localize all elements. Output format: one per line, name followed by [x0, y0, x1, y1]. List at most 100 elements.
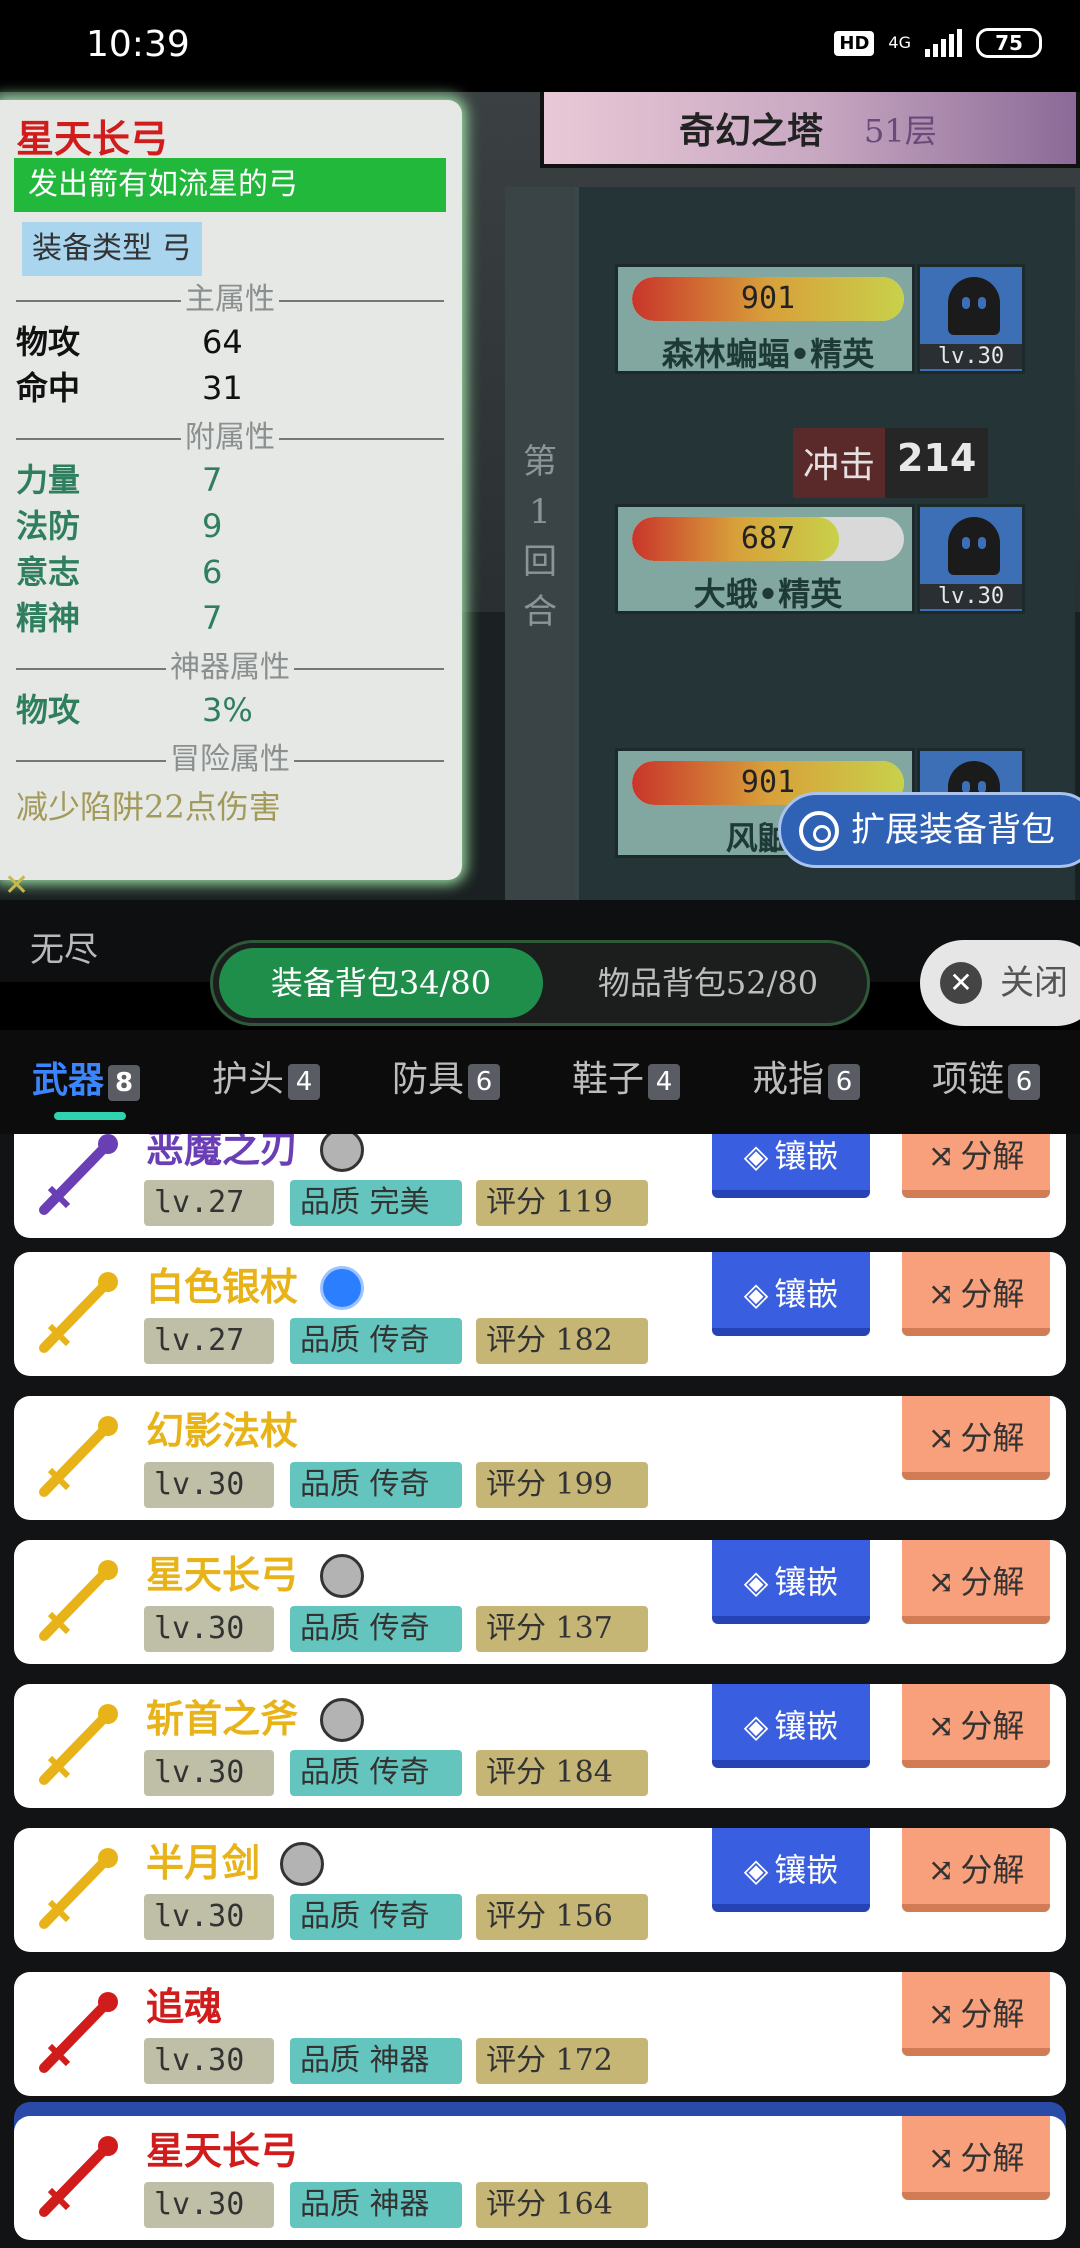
item-quality: 品质 传奇: [290, 1606, 462, 1652]
tab-label: 项链: [932, 1059, 1005, 1100]
bag-toggle: 装备背包34/80 物品背包52/80: [210, 940, 870, 1026]
sword-icon: [30, 1134, 126, 1224]
item-detail-panel: 星天长弓 发出箭有如流星的弓 装备类型 弓 主属性 物攻 64 命中 31 附属性 …: [0, 100, 462, 880]
item-score: 评分 137: [476, 1606, 648, 1652]
attr-key: 力量: [16, 461, 81, 499]
enemy-card[interactable]: 687 大蛾•精英 lv.30: [615, 504, 1025, 614]
equipment-item[interactable]: 白色银杖 lv.27 品质 传奇 评分 182 ◈ 镶嵌 ⤨ 分解: [14, 1252, 1066, 1376]
tower-title: 奇幻之塔: [679, 110, 824, 152]
attr-row: 精神 7: [16, 596, 436, 640]
attr-key: 物攻: [16, 691, 81, 729]
tab-count: 4: [288, 1064, 321, 1100]
enemy-avatar: lv.30: [917, 264, 1025, 374]
section-title: 神器属性: [166, 648, 294, 688]
inlay-button[interactable]: ◈ 镶嵌: [712, 1540, 870, 1624]
tower-banner: 奇幻之塔 51层: [540, 92, 1080, 168]
diamond-icon: ◈: [743, 1275, 769, 1313]
equipment-item[interactable]: 恶魔之刃 lv.27 品质 完美 评分 119 ◈ 镶嵌 ⤨ 分解: [14, 1134, 1066, 1238]
tab-shoes[interactable]: 鞋子 4: [572, 1050, 681, 1110]
gem-socket-empty-icon: [320, 1698, 364, 1742]
decompose-button[interactable]: ⤨ 分解: [902, 1540, 1050, 1624]
close-button[interactable]: ✕ 关闭: [920, 940, 1080, 1026]
inlay-button[interactable]: ◈ 镶嵌: [712, 1828, 870, 1912]
enemy-level: lv.30: [920, 584, 1022, 609]
detail-type: 装备类型 弓: [22, 222, 202, 276]
section-adventure: 冒险属性: [16, 740, 444, 780]
hp-value: 687: [740, 521, 796, 556]
inlay-button[interactable]: ◈ 镶嵌: [712, 1134, 870, 1198]
item-name: 星天长弓: [146, 2128, 299, 2173]
item-score: 评分 119: [476, 1180, 648, 1226]
tab-label: 戒指: [752, 1059, 825, 1100]
item-level: lv.30: [144, 1462, 274, 1508]
signal-icon: [925, 29, 962, 57]
tab-equip-bag[interactable]: 装备背包34/80: [219, 948, 543, 1018]
equipment-item[interactable]: 星天长弓 lv.30 品质 神器 评分 164 ⤨ 分解: [14, 2116, 1066, 2240]
diamond-icon: ◈: [743, 1707, 769, 1745]
inlay-label: 镶嵌: [774, 1707, 839, 1745]
network-type-icon: 4G: [888, 33, 911, 52]
enemy-avatar: lv.30: [917, 504, 1025, 614]
tab-armor[interactable]: 防具 6: [392, 1050, 501, 1110]
decompose-label: 分解: [960, 1275, 1025, 1313]
decompose-button[interactable]: ⤨ 分解: [902, 1972, 1050, 2056]
close-icon: ✕: [940, 962, 982, 1004]
attr-value: 31: [202, 369, 243, 407]
attr-row: 物攻 64: [16, 320, 436, 364]
attr-value: 3%: [202, 691, 253, 729]
gem-socket-filled-icon: [320, 1266, 364, 1310]
equipment-item[interactable]: 追魂 lv.30 品质 神器 评分 172 ⤨ 分解: [14, 1972, 1066, 2096]
attr-value: 7: [202, 461, 223, 499]
tab-item-bag[interactable]: 物品背包52/80: [553, 948, 863, 1018]
status-icons: HD 4G 75: [834, 28, 1042, 58]
enemy-card[interactable]: 901 森林蝙蝠•精英 lv.30: [615, 264, 1025, 374]
tab-label: 武器: [32, 1059, 105, 1101]
item-quality: 品质 神器: [290, 2038, 462, 2084]
section-title: 附属性: [181, 418, 279, 458]
decompose-button[interactable]: ⤨ 分解: [902, 1684, 1050, 1768]
close-icon[interactable]: ✕: [4, 868, 29, 903]
tab-weapon[interactable]: 武器 8: [32, 1050, 141, 1110]
equipment-item[interactable]: 半月剑 lv.30 品质 传奇 评分 156 ◈ 镶嵌 ⤨ 分解: [14, 1828, 1066, 1952]
inlay-button[interactable]: ◈ 镶嵌: [712, 1252, 870, 1336]
staff-icon: [30, 1266, 126, 1362]
decompose-button[interactable]: ⤨ 分解: [902, 1828, 1050, 1912]
attr-key: 命中: [16, 369, 81, 407]
tab-count: 6: [1008, 1064, 1041, 1100]
tab-underline: [54, 1112, 126, 1120]
expand-bag-button[interactable]: 扩展装备背包: [778, 792, 1080, 868]
decompose-button[interactable]: ⤨ 分解: [902, 2116, 1050, 2200]
shuffle-icon: ⤨: [927, 1851, 955, 1889]
decompose-button[interactable]: ⤨ 分解: [902, 1396, 1050, 1480]
shuffle-icon: ⤨: [927, 1137, 955, 1175]
attr-key: 物攻: [16, 323, 81, 361]
item-name: 恶魔之刃: [146, 1134, 299, 1171]
tab-helmet[interactable]: 护头 4: [212, 1050, 321, 1110]
inlay-label: 镶嵌: [774, 1851, 839, 1889]
tab-necklace[interactable]: 项链 6: [932, 1050, 1041, 1110]
item-level: lv.27: [144, 1180, 274, 1226]
status-time: 10:39: [86, 24, 190, 65]
inlay-button[interactable]: ◈ 镶嵌: [712, 1684, 870, 1768]
detail-item-name: 星天长弓: [16, 116, 169, 161]
tab-ring[interactable]: 戒指 6: [752, 1050, 861, 1110]
equipment-item[interactable]: 斩首之斧 lv.30 品质 传奇 评分 184 ◈ 镶嵌 ⤨ 分解: [14, 1684, 1066, 1808]
attr-key: 意志: [16, 553, 81, 591]
shuffle-icon: ⤨: [927, 1419, 955, 1457]
section-title: 冒险属性: [166, 740, 294, 780]
inlay-label: 镶嵌: [774, 1137, 839, 1175]
attr-row: 物攻 3%: [16, 688, 436, 732]
gem-socket-empty-icon: [320, 1134, 364, 1172]
equipment-item[interactable]: 星天长弓 lv.30 品质 传奇 评分 137 ◈ 镶嵌 ⤨ 分解: [14, 1540, 1066, 1664]
equipment-item[interactable]: 幻影法杖 lv.30 品质 传奇 评分 199 ⤨ 分解: [14, 1396, 1066, 1520]
decompose-button[interactable]: ⤨ 分解: [902, 1252, 1050, 1336]
category-tabs: 武器 8 护头 4 防具 6 鞋子 4 戒指 6 项链 6: [0, 1030, 1080, 1134]
staff-icon: [30, 1410, 126, 1506]
impact-indicator: 冲击 214: [793, 428, 989, 498]
sword-icon: [30, 1842, 126, 1938]
item-level: lv.30: [144, 1750, 274, 1796]
shuffle-icon: ⤨: [927, 1275, 955, 1313]
decompose-button[interactable]: ⤨ 分解: [902, 1134, 1050, 1198]
attr-value: 7: [202, 599, 223, 637]
status-bar: 10:39 HD 4G 75: [0, 0, 1080, 92]
